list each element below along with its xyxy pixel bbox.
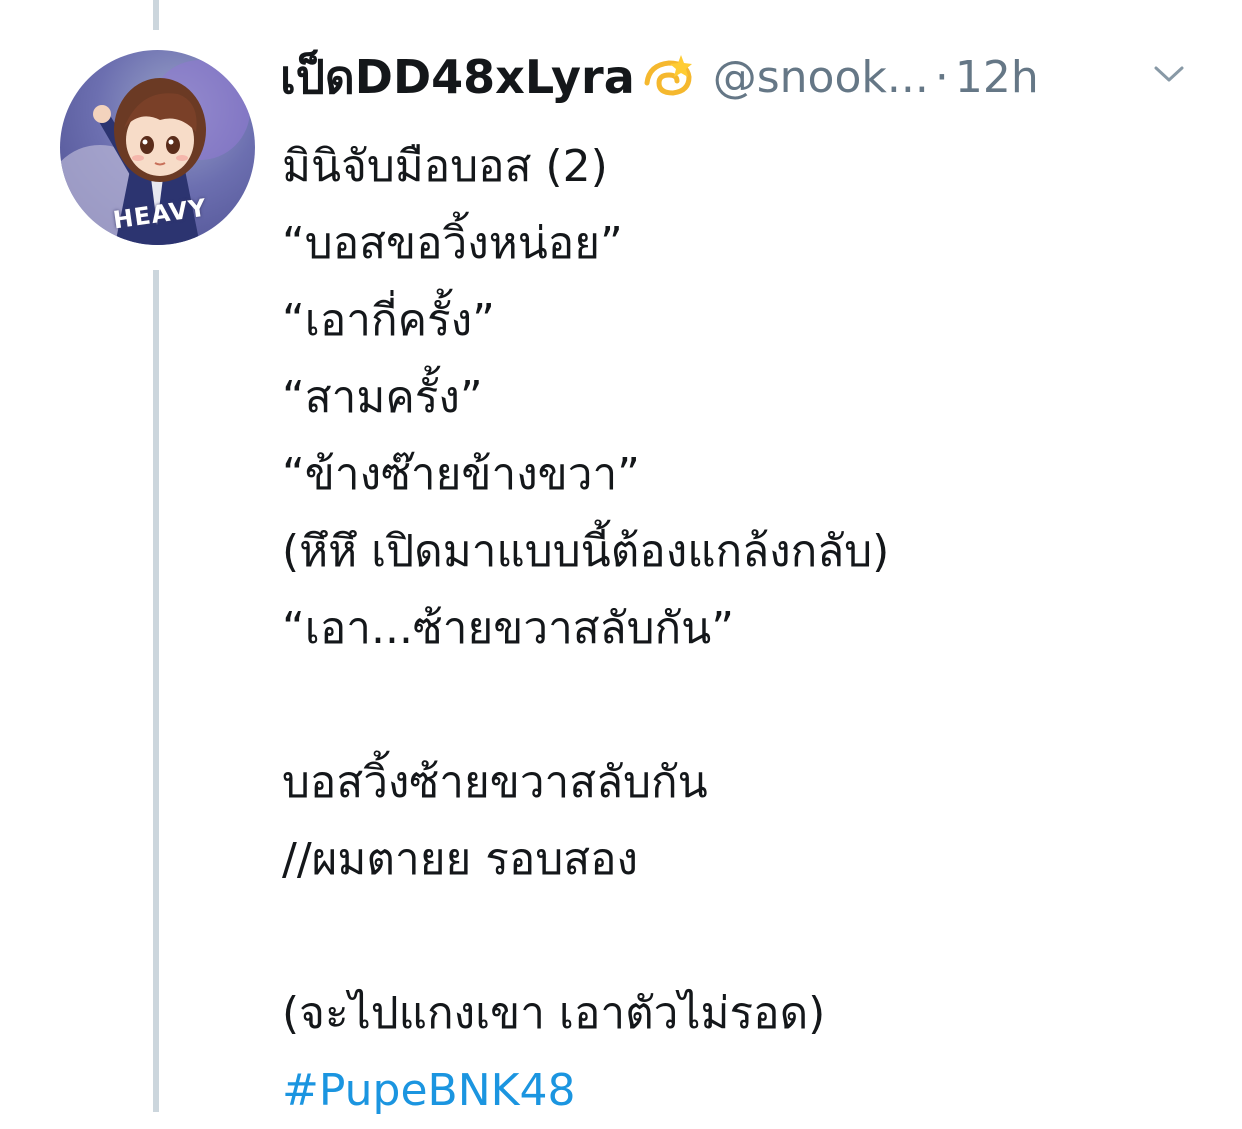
tweet-timestamp[interactable]: 12h bbox=[955, 52, 1039, 103]
chevron-down-icon[interactable] bbox=[1152, 62, 1186, 86]
hashtag-link[interactable]: #PupeBNK48 bbox=[282, 1052, 1212, 1129]
tweet-line: “บอสขอวิ้งหน่อย” bbox=[282, 218, 623, 269]
display-name[interactable]: เป็ดDD48xLyra bbox=[280, 41, 635, 114]
tweet-line: บอสวิ้งซ้ายขวาสลับกัน bbox=[282, 757, 708, 808]
dizzy-emoji-icon bbox=[639, 49, 695, 105]
tweet-line: มินิจับมือบอส (2) bbox=[282, 141, 608, 192]
thread-line-bottom bbox=[153, 270, 159, 1112]
tweet-line: (หึหึ เปิดมาแบบนี้ต้องแกล้งกลับ) bbox=[282, 526, 890, 577]
tweet-line: “เอากี่ครั้ง” bbox=[282, 295, 495, 346]
separator-dot: · bbox=[934, 51, 949, 103]
tweet-line: “ข้างซ๊ายข้างขวา” bbox=[282, 449, 640, 500]
tweet-line: (จะไปแกงเขา เอาตัวไม่รอด) bbox=[282, 988, 826, 1039]
line-break bbox=[282, 898, 1212, 975]
tweet-header: เป็ดDD48xLyra @snook... · 12h bbox=[280, 42, 1039, 112]
user-handle[interactable]: @snook... bbox=[713, 52, 929, 103]
tweet-line: “สามครั้ง” bbox=[282, 372, 483, 423]
thread-line-top bbox=[153, 0, 159, 30]
tweet-line: //ผมตายย รอบสอง bbox=[282, 834, 639, 885]
avatar[interactable]: HEAVY bbox=[60, 50, 255, 245]
tweet-text: มินิจับมือบอส (2) “บอสขอวิ้งหน่อย” “เอาก… bbox=[282, 128, 1212, 1129]
line-break bbox=[282, 667, 1212, 744]
tweet-line: “เอา...ซ้ายขวาสลับกัน” bbox=[282, 603, 735, 654]
